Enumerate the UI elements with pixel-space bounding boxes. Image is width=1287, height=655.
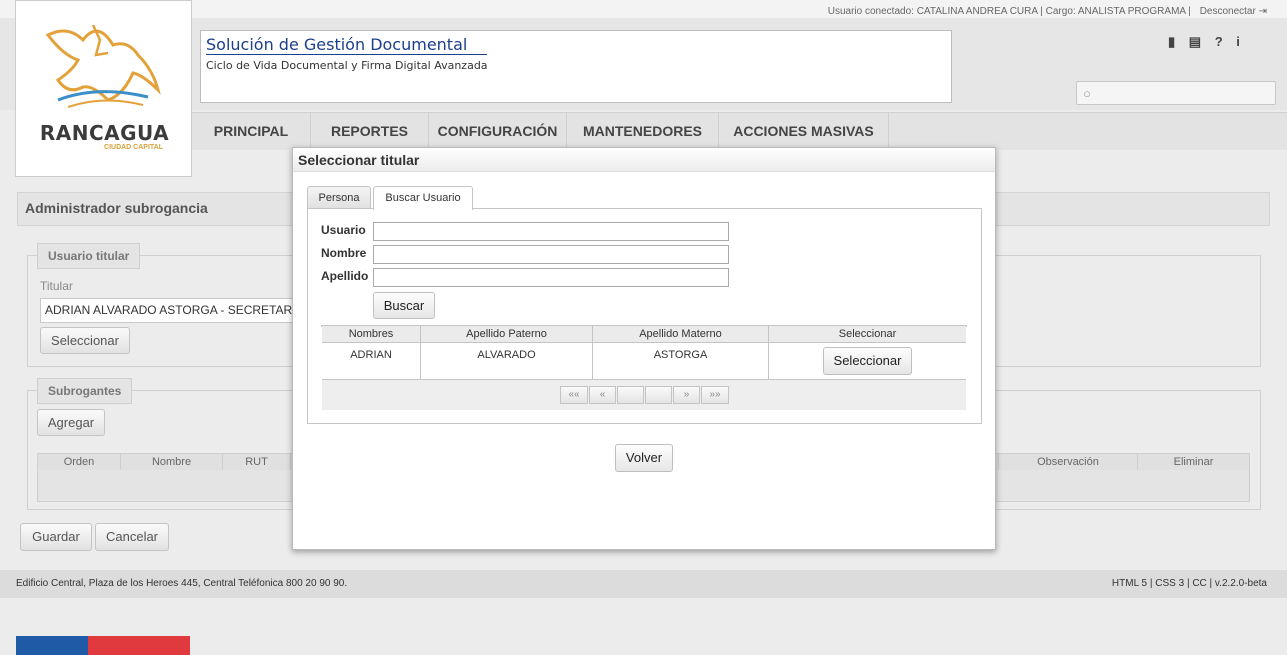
tab-persona[interactable]: Persona — [307, 186, 371, 209]
cell-nombres: ADRIAN — [322, 343, 421, 380]
col-seleccionar: Seleccionar — [838, 328, 897, 340]
main-nav: PRINCIPAL REPORTES CONFIGURACIÓN MANTENE… — [192, 112, 1287, 150]
dialog-title: Seleccionar titular — [298, 152, 420, 168]
titular-legend: Usuario titular — [37, 243, 141, 269]
cancel-button[interactable]: Cancelar — [95, 523, 169, 551]
cell-apellido-materno: ASTORGA — [593, 343, 769, 380]
select-titular-dialog: Seleccionar titular Persona Buscar Usuar… — [292, 147, 996, 550]
add-subrogante-button[interactable]: Agregar — [37, 409, 105, 436]
nav-principal[interactable]: PRINCIPAL — [192, 113, 311, 150]
nav-mantenedores[interactable]: MANTENEDORES — [567, 113, 719, 150]
nav-acciones-masivas[interactable]: ACCIONES MASIVAS — [719, 113, 889, 150]
footer-address: Edificio Central, Plaza de los Heroes 44… — [16, 578, 348, 589]
usuario-input[interactable] — [373, 222, 729, 241]
info-icon[interactable]: i — [1236, 34, 1240, 49]
col-eliminar: Eliminar — [1173, 456, 1214, 468]
logo[interactable]: RANCAGUA CIUDAD CAPITAL — [15, 0, 192, 177]
newspaper-icon[interactable]: ▤ — [1189, 34, 1201, 50]
subrogantes-legend: Subrogantes — [37, 378, 133, 404]
pager-last[interactable]: »» — [701, 386, 729, 404]
user-info: Usuario conectado: CATALINA ANDREA CURA … — [828, 6, 1267, 17]
table-row: ADRIAN ALVARADO ASTORGA Seleccionar — [322, 343, 966, 380]
app-subtitle: Ciclo de Vida Documental y Firma Digital… — [206, 59, 488, 72]
cell-apellido-paterno: ALVARADO — [421, 343, 593, 380]
back-button[interactable]: Volver — [615, 444, 673, 472]
apellido-input[interactable] — [373, 268, 729, 287]
role-label: | Cargo: — [1040, 6, 1076, 17]
logout-label: Desconectar — [1199, 6, 1256, 17]
col-rut: RUT — [223, 454, 291, 470]
search-user-panel: Usuario Nombre Apellido Buscar Nombres A… — [307, 208, 982, 424]
user-label: Usuario conectado: — [827, 6, 914, 17]
nombre-input[interactable] — [373, 245, 729, 264]
col-apellido-paterno: Apellido Paterno — [421, 326, 593, 342]
book-icon[interactable]: ▮ — [1168, 34, 1175, 50]
app-title: Solución de Gestión Documental — [206, 35, 488, 55]
flag-blue-stripe — [16, 636, 88, 655]
role-value: ANALISTA PROGRAMA — [1077, 6, 1186, 17]
col-orden: Orden — [38, 454, 121, 470]
user-name: CATALINA ANDREA CURA — [916, 6, 1038, 17]
nav-configuracion[interactable]: CONFIGURACIÓN — [429, 113, 567, 150]
flag-red-stripe — [88, 636, 190, 655]
pager-page[interactable] — [645, 386, 672, 404]
app-title-box: Solución de Gestión Documental Ciclo de … — [200, 30, 952, 103]
footer: Edificio Central, Plaza de los Heroes 44… — [0, 570, 1287, 598]
save-button[interactable]: Guardar — [20, 523, 92, 551]
dialog-title-bar: Seleccionar titular — [293, 148, 995, 172]
logo-subtitle: CIUDAD CAPITAL — [104, 144, 163, 151]
col-observacion: Observación — [998, 454, 1138, 470]
titular-label: Titular — [40, 279, 73, 293]
search-icon: ○ — [1083, 86, 1091, 101]
logo-name: RANCAGUA — [39, 121, 170, 145]
top-bar: Usuario conectado: CATALINA ANDREA CURA … — [0, 0, 1287, 20]
cell-seleccionar: Seleccionar — [769, 343, 966, 380]
search-input[interactable]: ○ — [1076, 81, 1276, 105]
nombre-label: Nombre — [321, 246, 367, 260]
help-icon[interactable]: ? — [1215, 34, 1223, 49]
header-icons: ▮ ▤ ? i — [1168, 34, 1250, 50]
usuario-label: Usuario — [321, 223, 366, 237]
select-titular-button[interactable]: Seleccionar — [40, 327, 130, 354]
horse-rider-emblem — [45, 24, 161, 108]
pager-first[interactable]: «« — [560, 386, 588, 404]
search-button[interactable]: Buscar — [373, 292, 435, 319]
nav-reportes[interactable]: REPORTES — [311, 113, 429, 150]
results-table: Nombres Apellido Paterno Apellido Matern… — [321, 325, 967, 410]
apellido-label: Apellido — [321, 269, 369, 283]
titular-field[interactable]: ADRIAN ALVARADO ASTORGA - SECRETARI — [40, 298, 300, 323]
results-table-header: Nombres Apellido Paterno Apellido Matern… — [322, 326, 966, 343]
pager-next[interactable]: » — [673, 386, 700, 404]
footer-tech: HTML 5 | CSS 3 | CC | v.2.2.0-beta — [1111, 578, 1267, 589]
col-apellido-materno: Apellido Materno — [593, 326, 769, 342]
pager-prev[interactable]: « — [589, 386, 616, 404]
col-nombres: Nombres — [322, 326, 421, 342]
header: Solución de Gestión Documental Ciclo de … — [0, 18, 1287, 110]
logout-icon: ⇥ — [1258, 6, 1267, 17]
col-nombre: Nombre — [121, 454, 223, 470]
pager: «« « » »» — [322, 380, 966, 410]
tab-buscar-usuario[interactable]: Buscar Usuario — [373, 186, 473, 210]
logout-link[interactable]: Desconectar ⇥ — [1200, 6, 1267, 17]
page-title: Administrador subrogancia — [25, 200, 208, 216]
pager-page[interactable] — [617, 386, 644, 404]
select-row-button[interactable]: Seleccionar — [823, 347, 912, 375]
separator: | — [1188, 6, 1191, 17]
